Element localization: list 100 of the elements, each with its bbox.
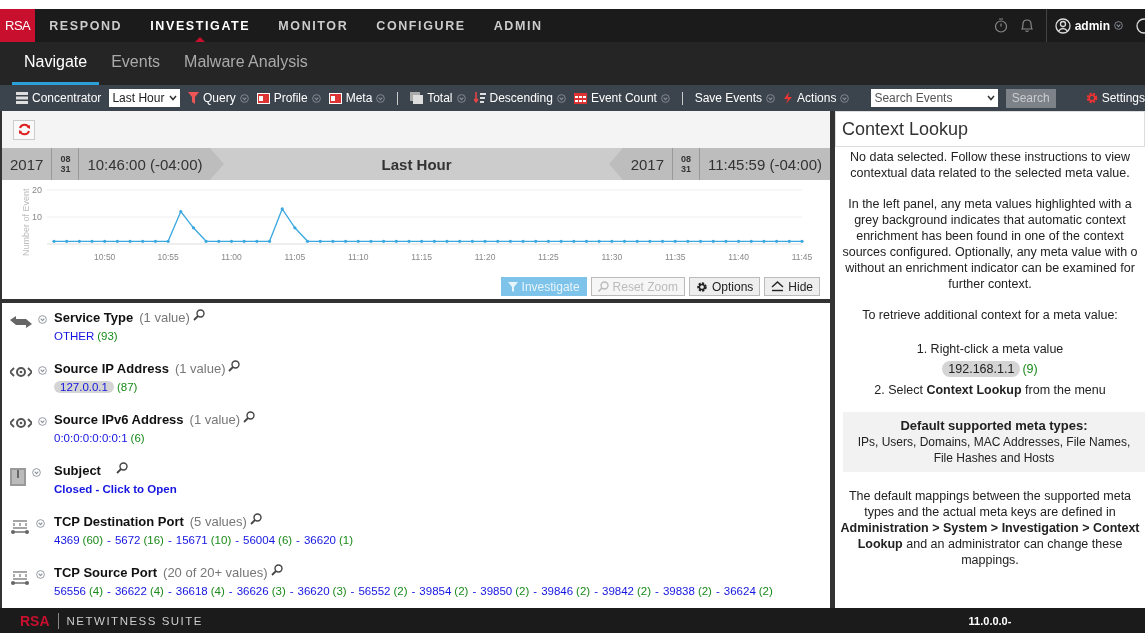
- nav-item[interactable]: RESPOND: [35, 9, 137, 42]
- caret-icon: [38, 366, 47, 375]
- settings-button[interactable]: Settings: [1085, 91, 1145, 105]
- toolbar-menu[interactable]: Profile: [256, 91, 321, 105]
- bell-icon[interactable]: [1019, 18, 1034, 33]
- meta-value[interactable]: 36626: [236, 585, 269, 597]
- value-count: (1 value): [174, 361, 226, 376]
- meta-count: (4): [210, 585, 225, 597]
- meta-count: (6): [130, 432, 145, 444]
- meta-count: (2): [454, 585, 469, 597]
- meta-count: (2): [393, 585, 408, 597]
- user-name[interactable]: admin: [1074, 18, 1110, 33]
- toolbar-button[interactable]: Concentrator: [16, 91, 102, 105]
- gear-icon: [695, 280, 708, 293]
- meta-value[interactable]: 4369: [54, 534, 80, 546]
- logo: RSA: [0, 9, 36, 42]
- toolbar-menu[interactable]: Query: [188, 91, 249, 105]
- meta-value[interactable]: 39842: [602, 585, 634, 597]
- meta-value[interactable]: 15671: [175, 534, 208, 546]
- help-icon[interactable]: [1135, 17, 1145, 34]
- chevron-down-icon: [169, 95, 177, 101]
- toolbar-menu[interactable]: Actions: [783, 91, 850, 105]
- instruction-text: To retrieve additional context for a meta value:: [862, 307, 1118, 323]
- search-icon[interactable]: [243, 410, 256, 423]
- toolbar-menu[interactable]: Save Events: [694, 91, 776, 105]
- meta-value[interactable]: 39838: [662, 585, 695, 597]
- nav-item[interactable]: ADMIN: [479, 9, 557, 42]
- caret-icon: [38, 315, 47, 324]
- meta-value[interactable]: 56556: [54, 585, 86, 597]
- time-text: 11:45:59 (-04:00): [708, 155, 822, 173]
- meta-count: (4): [149, 585, 164, 597]
- data-point: [496, 239, 500, 243]
- search-icon[interactable]: [115, 461, 128, 474]
- value-count: (20 of 20+ values): [163, 565, 268, 580]
- meta-count: (93): [97, 330, 118, 342]
- chart-button[interactable]: Hide: [764, 277, 820, 296]
- caret-icon: [311, 93, 321, 103]
- search-icon[interactable]: [270, 563, 283, 576]
- meta-value[interactable]: 36618: [175, 585, 208, 597]
- meta-count: (60): [82, 534, 104, 546]
- meta-value[interactable]: 36624: [723, 585, 756, 597]
- chart-button[interactable]: Options: [688, 277, 761, 296]
- x-tick-label: 11:00: [221, 252, 242, 262]
- data-point: [546, 239, 551, 243]
- toolbar-menu[interactable]: Event Count: [573, 91, 670, 105]
- meta-value[interactable]: 36622: [114, 585, 147, 597]
- meta-key-name: Service Type: [54, 310, 134, 325]
- data-point: [445, 239, 449, 243]
- intro-text: No data selected. Follow these instructions to view contextual data related to the selected meta value.: [850, 149, 1130, 181]
- meta-value[interactable]: 39846: [541, 585, 574, 597]
- data-point: [534, 239, 538, 243]
- meta-value[interactable]: 56004: [243, 534, 276, 546]
- refresh-button[interactable]: [13, 119, 35, 140]
- meta-value[interactable]: 127.0.0.1: [54, 381, 114, 393]
- caret-icon: [239, 93, 249, 103]
- separator-dash: -: [235, 534, 240, 546]
- search-icon[interactable]: [249, 512, 262, 525]
- search-field[interactable]: Search Events: [871, 89, 998, 107]
- open-link[interactable]: Closed - Click to Open: [54, 483, 177, 495]
- meta-value[interactable]: 39850: [480, 585, 513, 597]
- meta-value[interactable]: 56552: [358, 585, 391, 597]
- data-point: [90, 239, 94, 243]
- meta-value[interactable]: OTHER: [54, 330, 95, 342]
- product-name: NETWITNESS SUITE: [65, 614, 203, 627]
- meta-count: (10): [210, 534, 232, 546]
- swap-arrows-icon: [10, 315, 32, 329]
- step-text: 1. Right-click a meta value: [916, 341, 1064, 357]
- data-point: [584, 239, 589, 243]
- meta-count: (16): [143, 534, 164, 546]
- data-point: [331, 239, 335, 243]
- meta-value[interactable]: 5672: [114, 534, 141, 546]
- nav-item[interactable]: MONITOR: [264, 9, 363, 42]
- toolbar-menu[interactable]: Descending: [473, 91, 566, 105]
- meta-key-name: TCP Destination Port: [54, 514, 184, 529]
- separator-dash: -: [350, 585, 355, 597]
- search-icon[interactable]: [228, 359, 241, 372]
- meta-value[interactable]: 0:0:0:0:0:0:0:1: [54, 432, 128, 444]
- meta-value[interactable]: 36620: [297, 585, 330, 597]
- meta-value[interactable]: 39854: [419, 585, 452, 597]
- data-point: [673, 239, 677, 243]
- time-range-select[interactable]: Last Hour: [109, 89, 180, 107]
- data-point: [635, 239, 639, 243]
- search-icon[interactable]: [192, 308, 205, 321]
- nav-item[interactable]: CONFIGURE: [362, 9, 480, 42]
- data-point: [800, 239, 804, 243]
- year-text: 2017: [10, 155, 44, 173]
- toolbar-menu[interactable]: Meta: [328, 91, 386, 105]
- tab[interactable]: Events: [99, 42, 173, 85]
- meta-value[interactable]: 36620: [303, 534, 336, 546]
- toolbar-menu[interactable]: Total: [410, 91, 466, 105]
- tab[interactable]: Malware Analysis: [172, 42, 320, 85]
- nav-item[interactable]: INVESTIGATE: [136, 9, 265, 42]
- separator-dash: -: [533, 585, 538, 597]
- grid-icon: [573, 92, 587, 104]
- search-icon: [597, 281, 609, 292]
- stopwatch-icon[interactable]: [993, 18, 1008, 33]
- server-icon: [16, 92, 28, 104]
- year-text: 2017: [630, 155, 664, 173]
- x-tick-label: 11:40: [728, 252, 749, 262]
- y-axis-label: Number of Event: [21, 188, 31, 256]
